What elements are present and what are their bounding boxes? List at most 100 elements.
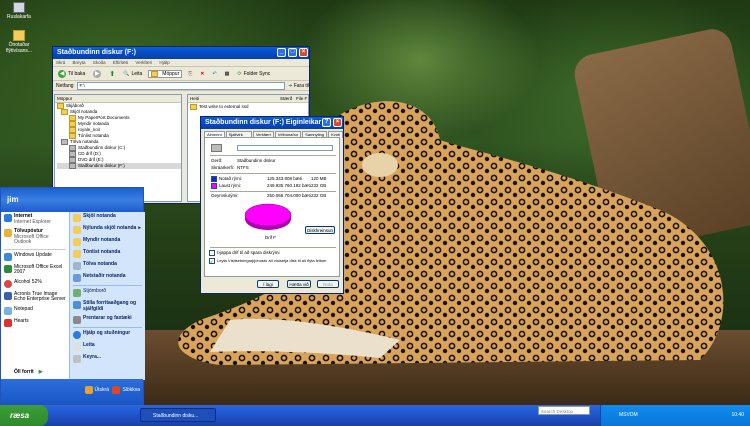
printer-icon [73,316,81,324]
start-item-help[interactable]: Hjálp og stuðningur [70,329,145,341]
notepad-icon [4,306,12,315]
start-item-control-panel[interactable]: Stjórnborð [70,287,145,299]
maximize-button[interactable]: □ [288,48,297,57]
forward-arrow-icon: ▶ [93,69,102,78]
folders-pane: Möppur Skjáborð Skjöl notanda My PaperPo… [54,94,182,202]
explorer-titlebar[interactable]: Staðbundinn diskur (F:) _ □ × [53,47,309,59]
power-icon [112,386,121,394]
start-item-internet[interactable]: Internet Internet Explorer [1,212,69,227]
address-bar: Netfang F:\ ➜ Fara til [53,81,309,91]
menu-tools[interactable]: Verkfæri [135,60,152,65]
column-type[interactable]: File F [296,95,307,102]
start-item-excel[interactable]: Microsoft Office Excel 2007 [1,263,69,278]
taskbar-item-explorer[interactable]: Staðbundinn disku... [140,408,216,422]
arrow-right-icon: ▶ [38,368,43,375]
compress-option[interactable]: Þjappa drif til að spara diskrými [209,250,280,256]
used-space-row: Notað rými: 125.343.808 bæti 120 MB [211,176,327,182]
disk-cleanup-button[interactable]: Diskhreinsun [305,226,335,234]
copy-button[interactable]: ⎘ [186,71,194,77]
start-item-network[interactable]: Netstaðir notanda [70,272,145,284]
start-item-notepad[interactable]: Notepad [1,305,69,317]
help-button[interactable]: ? [322,118,331,127]
file-list-header: Heiti Stærð File F [188,95,308,103]
delete-button[interactable]: ✕ [198,71,206,77]
dialog-close-button[interactable]: × [333,118,342,127]
menu-file[interactable]: Skrá [56,60,65,65]
start-item-my-music[interactable]: Tónlist notanda [70,248,145,260]
folder-sync-button[interactable]: ⟳ Folder Sync [235,71,272,77]
views-button[interactable]: ▦ [223,71,232,77]
start-item-printers[interactable]: Prentarar og faxtæki [70,314,145,326]
apply-button[interactable]: Nota [317,280,339,288]
menu-bar: Skrá Breyta Skoða Eftirlæti Verkfæri Hjá… [53,59,309,67]
documents-icon [73,214,81,222]
column-name[interactable]: Heiti [188,95,280,102]
start-item-run[interactable]: Keyra... [70,353,145,365]
compress-checkbox[interactable] [209,250,215,256]
disk-usage-pie [244,203,292,230]
forward-button[interactable]: ▶ [91,69,103,78]
start-button[interactable]: ræsa [0,405,48,426]
start-item-my-documents[interactable]: Skjöl notanda [70,212,145,224]
desktop-icon-recycle-bin[interactable]: Ruslakarfa [2,2,36,20]
start-item-acronis[interactable]: Acronis True Image Echo Enterprise Serve… [1,290,69,305]
properties-dialog[interactable]: Staðbundinn diskur (F:) Eiginleikar ? × … [200,116,344,294]
undo-button[interactable]: ↶ [210,71,218,77]
menu-view[interactable]: Skoða [93,60,106,65]
delete-icon: ✕ [200,70,205,77]
start-item-alcohol[interactable]: Alcohol 52% [1,278,69,290]
start-item-email[interactable]: Tölvupóstur Microsoft Office Outlook [1,227,69,248]
menu-favorites[interactable]: Eftirlæti [113,60,128,65]
start-item-search[interactable]: Leita [70,341,145,353]
folders-button[interactable]: Möppur [148,69,183,78]
search-button[interactable]: 🔍 Leita [121,71,144,77]
start-item-windows-update[interactable]: Windows Update [1,251,69,263]
start-item-my-computer[interactable]: Tölva notanda [70,260,145,272]
index-option[interactable]: ✓ Leyfa Vísitsetningarþjónustu að vísiset… [209,258,326,264]
folders-pane-header: Möppur [55,95,181,103]
shutdown-button[interactable]: Slökkva [112,386,140,394]
computer-icon [73,262,81,270]
go-button[interactable]: ➜ Fara til [288,83,309,89]
dialog-titlebar[interactable]: Staðbundinn diskur (F:) Eiginleikar ? × [201,117,343,129]
minimize-button[interactable]: _ [277,48,286,57]
toolbar: ◀ Til baka ▶ ⬆ 🔍 Leita Möppur ⎘ ✕ ↶ ▦ ⟳ Fol… [53,67,309,81]
undo-icon: ↶ [212,70,217,77]
desktop-icon-folder[interactable]: Ónotaðar flýtivísans... [2,30,36,54]
index-checkbox[interactable]: ✓ [209,258,215,264]
computer-icon [61,139,68,145]
divider [210,191,336,192]
divider [73,327,142,328]
hearts-icon [4,318,12,327]
tree-item[interactable]: Staðbundinn diskur (F:) [57,163,181,169]
close-button[interactable]: × [299,48,308,57]
menu-edit[interactable]: Breyta [73,60,86,65]
start-item-hearts[interactable]: Hearts [1,317,69,329]
logoff-button[interactable]: Útskrá [84,386,109,394]
menu-help[interactable]: Hjálp [159,60,169,65]
start-item-program-defaults[interactable]: Stilla forritaaðgang og sjálfgildi [70,299,145,314]
up-button[interactable]: ⬆ [107,70,117,78]
windows-icon [4,252,12,261]
divider [73,285,142,286]
start-item-recent-documents[interactable]: Nýlunda skjöl notanda ▸ [70,224,145,236]
views-icon: ▦ [224,70,230,77]
clock[interactable]: 10:40 [731,412,744,418]
address-input[interactable]: F:\ [76,81,286,90]
folder-up-icon: ⬆ [109,70,116,78]
file-row[interactable]: Test write to external ssd [188,103,308,110]
ok-button[interactable]: Í lagi [257,280,279,288]
start-menu-footer: Útskrá Slökkva [1,379,143,404]
acronis-icon [4,291,12,300]
drive-icon [211,144,222,152]
cancel-button[interactable]: Hætta við [287,280,311,288]
back-button[interactable]: ◀ Til baka [56,69,87,78]
all-programs-button[interactable]: Öll forrit ▶ [11,368,46,378]
start-item-my-pictures[interactable]: Myndir notanda [70,236,145,248]
free-space-row: Laust rými: 249.935.760.192 bæti 232 GB [211,183,326,189]
desktop-search-input[interactable]: Search Desktop [538,406,590,415]
back-arrow-icon: ◀ [58,69,66,78]
defaults-icon [73,301,81,309]
column-size[interactable]: Stærð [280,95,296,102]
drive-label-input[interactable] [237,145,333,151]
